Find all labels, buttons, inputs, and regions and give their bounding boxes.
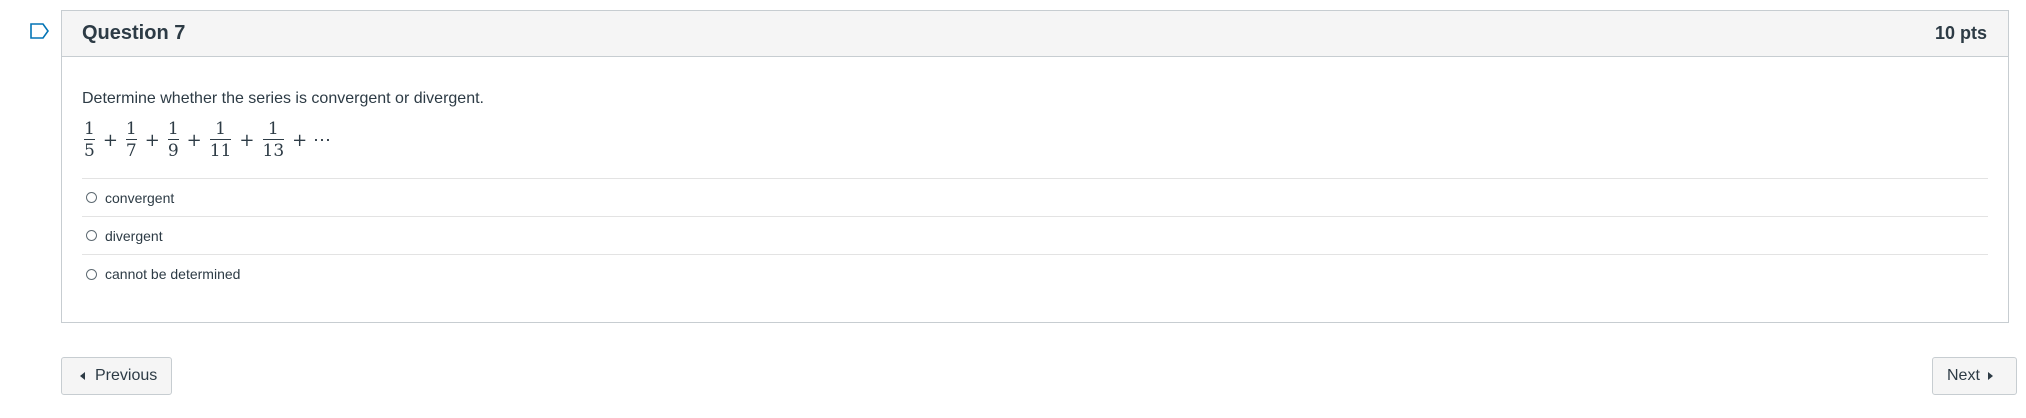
term-numerator: 1 [125, 119, 137, 139]
radio-button[interactable] [86, 268, 97, 280]
plus-sign: + [144, 130, 160, 151]
term-denominator: 5 [84, 141, 95, 161]
answer-option-divergent[interactable]: divergent [82, 217, 1988, 255]
answer-label: convergent [105, 189, 175, 206]
caret-left-icon [80, 372, 85, 380]
series-term: 1 7 [124, 119, 139, 162]
term-denominator: 13 [262, 141, 285, 161]
term-denominator: 7 [125, 141, 137, 161]
term-denominator: 11 [209, 141, 232, 161]
question-title: Question 7 [82, 22, 186, 44]
caret-right-icon [1987, 372, 1993, 380]
flag-question-icon[interactable] [30, 23, 50, 39]
radio-button[interactable] [86, 192, 97, 203]
answer-option-convergent[interactable]: convergent [82, 179, 1988, 217]
answer-label: cannot be determined [105, 266, 241, 282]
previous-label: Previous [95, 367, 158, 384]
question-points: 10 pts [1934, 23, 1987, 43]
series-term: 1 9 [166, 119, 181, 162]
question-prompt: Determine whether the series is converge… [82, 90, 484, 107]
series-term: 1 13 [261, 119, 287, 162]
series-expression: 1 5 + 1 7 + 1 9 + 1 11 + 1 13 + ⋯ [82, 118, 1988, 163]
series-ellipsis: + ⋯ [292, 130, 331, 151]
plus-sign: + [186, 130, 202, 151]
term-denominator: 9 [167, 141, 179, 161]
answer-label: divergent [105, 227, 163, 244]
question-card: Question 7 10 pts Determine whether the … [61, 10, 2009, 323]
plus-sign: + [102, 130, 118, 151]
term-numerator: 1 [84, 119, 95, 139]
term-numerator: 1 [267, 119, 279, 139]
answer-option-cannot-be-determined[interactable]: cannot be determined [82, 255, 1988, 293]
series-term: 1 11 [208, 119, 234, 162]
series-term: 1 5 [82, 119, 97, 162]
radio-button[interactable] [86, 230, 97, 241]
plus-sign: + [239, 130, 255, 151]
next-label: Next [1947, 367, 1980, 384]
previous-button[interactable]: Previous [61, 357, 172, 395]
question-body: Determine whether the series is converge… [62, 90, 2008, 293]
question-header: Question 7 10 pts [62, 11, 2008, 57]
next-button[interactable]: Next [1932, 357, 2017, 395]
term-numerator: 1 [167, 119, 179, 139]
answer-list: convergent divergent cannot be determine… [82, 178, 1988, 293]
term-numerator: 1 [215, 119, 226, 139]
